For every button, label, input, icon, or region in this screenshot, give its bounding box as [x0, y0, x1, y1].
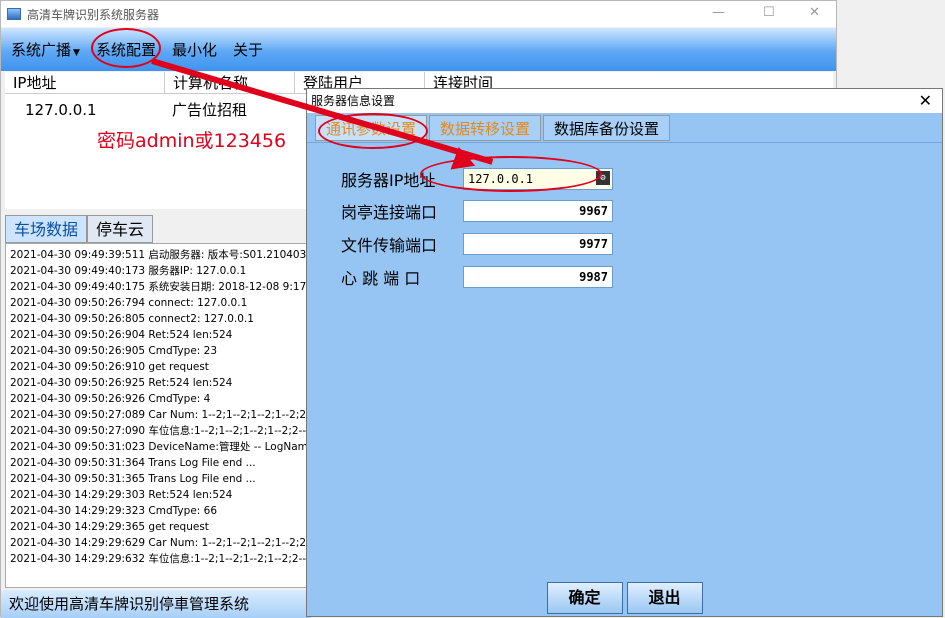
log-line: 2021-04-30 09:50:26:904 Ret:524 len:524 — [10, 329, 233, 341]
exit-button[interactable]: 退出 — [626, 582, 703, 614]
log-line: 2021-04-30 09:50:31:365 Trans Log File e… — [10, 473, 256, 485]
dialog-button-bar: 确定 退出 — [307, 580, 942, 616]
log-line: 2021-04-30 14:29:29:303 Ret:524 len:524 — [10, 489, 233, 501]
tab-parking[interactable]: 车场数据 — [5, 215, 88, 243]
file-port-field[interactable]: 9977 — [463, 233, 613, 255]
minimize-icon[interactable]: — — [712, 5, 725, 20]
title-bar: 高清车牌识别系统服务器 — ☐ ✕ — [1, 1, 836, 27]
log-line: 2021-04-30 09:50:27:090 车位信息:1--2;1--2;1… — [10, 425, 308, 437]
dropdown-arrow-icon: ▼ — [73, 48, 80, 58]
file-port-label: 文件传输端口 — [341, 236, 438, 255]
close-icon[interactable]: ✕ — [809, 5, 820, 20]
heartbeat-port-row: 心 跳 端 口 9987 — [341, 265, 613, 289]
booth-port-row: 岗亭连接端口 9967 — [341, 199, 613, 223]
dialog-title: 服务器信息设置 — [311, 94, 396, 108]
log-line: 2021-04-30 09:50:26:910 get request — [10, 361, 209, 373]
dialog-title-bar: 服务器信息设置 ✕ — [307, 89, 942, 113]
comm-settings-panel: 服务器IP地址 127.0.0.1 ⚙ 岗亭连接端口 9967 文件传输端口 99… — [307, 142, 942, 582]
menu-minimize[interactable]: 最小化 — [172, 39, 217, 60]
app-icon — [7, 8, 21, 20]
log-line: 2021-04-30 09:50:26:925 Ret:524 len:524 — [10, 377, 233, 389]
log-line: 2021-04-30 09:50:26:926 CmdType: 4 — [10, 393, 211, 405]
maximize-icon[interactable]: ☐ — [763, 5, 775, 20]
password-note: 密码admin或123456 — [97, 130, 287, 152]
log-list[interactable]: 2021-04-30 09:49:39:511 启动服务器: 版本号:S01.2… — [5, 243, 308, 588]
log-line: 2021-04-30 14:29:29:629 Car Num: 1--2;1-… — [10, 537, 308, 549]
window-title: 高清车牌识别系统服务器 — [27, 7, 160, 22]
menu-broadcast[interactable]: 系统广播 ▼ — [11, 39, 80, 60]
log-line: 2021-04-30 09:50:31:364 Trans Log File e… — [10, 457, 256, 469]
log-line: 2021-04-30 09:50:26:905 CmdType: 23 — [10, 345, 218, 357]
server-settings-dialog: 服务器信息设置 ✕ 通讯参数设置 数据转移设置 数据库备份设置 服务器IP地址 … — [306, 88, 943, 617]
log-line: 2021-04-30 09:50:27:089 Car Num: 1--2;1-… — [10, 409, 308, 421]
menu-broadcast-label: 系统广播 — [11, 41, 72, 59]
annotation-ellipse-ip — [420, 156, 602, 192]
booth-port-label: 岗亭连接端口 — [341, 203, 438, 222]
tab-db-backup[interactable]: 数据库备份设置 — [543, 115, 671, 141]
status-bar: 欢迎使用高清车牌识别停車管理系统 — [1, 590, 311, 618]
log-line: 2021-04-30 09:50:26:794 connect: 127.0.0… — [10, 297, 248, 309]
tab-data-transfer[interactable]: 数据转移设置 — [429, 115, 542, 141]
row-ip: 127.0.0.1 — [25, 101, 97, 119]
log-line: 2021-04-30 14:29:29:365 get request — [10, 521, 209, 533]
col-ip[interactable]: IP地址 — [5, 72, 165, 93]
log-line: 2021-04-30 09:49:40:175 系统安装日期: 2018-12-… — [10, 281, 308, 293]
log-line: 2021-04-30 14:29:29:632 车位信息:1--2;1--2;1… — [10, 553, 308, 565]
close-icon[interactable]: ✕ — [919, 89, 932, 113]
log-tabs: 车场数据 停车云 — [5, 215, 154, 243]
heartbeat-port-label: 心 跳 端 口 — [341, 269, 421, 288]
log-line: 2021-04-30 09:49:40:173 服务器IP: 127.0.0.1 — [10, 265, 247, 277]
log-line: 2021-04-30 09:50:26:805 connect2: 127.0.… — [10, 313, 254, 325]
tab-cloud[interactable]: 停车云 — [87, 215, 154, 243]
log-line: 2021-04-30 14:29:29:323 CmdType: 66 — [10, 505, 218, 517]
ok-button[interactable]: 确定 — [546, 582, 623, 614]
booth-port-field[interactable]: 9967 — [463, 200, 613, 222]
heartbeat-port-field[interactable]: 9987 — [463, 266, 613, 288]
log-line: 2021-04-30 09:49:39:511 启动服务器: 版本号:S01.2… — [10, 249, 307, 261]
file-port-row: 文件传输端口 9977 — [341, 232, 613, 256]
log-line: 2021-04-30 09:50:31:023 DeviceName:管理处 -… — [10, 441, 308, 453]
menu-about[interactable]: 关于 — [233, 39, 263, 60]
